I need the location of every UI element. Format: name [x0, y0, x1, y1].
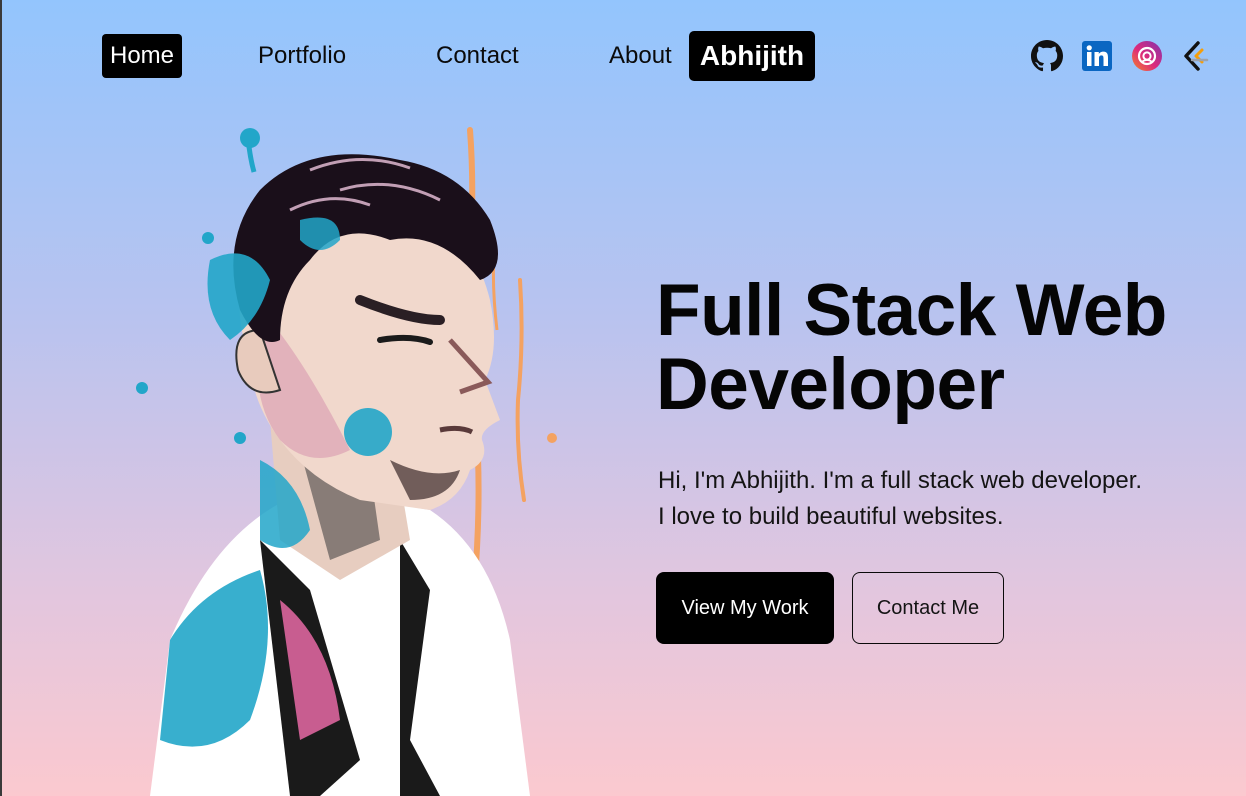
- instagram-icon[interactable]: [1131, 40, 1163, 72]
- brand-logo[interactable]: Abhijith: [689, 31, 815, 81]
- nav-contact-link[interactable]: Contact: [436, 34, 519, 78]
- hero-title: Full Stack Web Developer: [656, 270, 1167, 425]
- nav-home-link[interactable]: Home: [102, 34, 182, 78]
- code-icon[interactable]: [1180, 40, 1212, 72]
- nav-about-link[interactable]: About: [609, 34, 672, 78]
- view-my-work-button[interactable]: View My Work: [656, 572, 834, 644]
- hero-intro: Hi, I'm Abhijith. I'm a full stack web d…: [658, 463, 1238, 535]
- contact-me-button[interactable]: Contact Me: [852, 572, 1004, 644]
- portrait-illustration: [136, 127, 557, 796]
- hero-intro-line-1: Hi, I'm Abhijith. I'm a full stack web d…: [658, 467, 1143, 494]
- nav-portfolio-link[interactable]: Portfolio: [258, 34, 346, 78]
- github-icon[interactable]: [1031, 40, 1063, 72]
- window-edge: [0, 0, 2, 796]
- linkedin-icon[interactable]: [1081, 40, 1113, 72]
- hero-intro-line-2: I love to build beautiful websites.: [658, 503, 1004, 530]
